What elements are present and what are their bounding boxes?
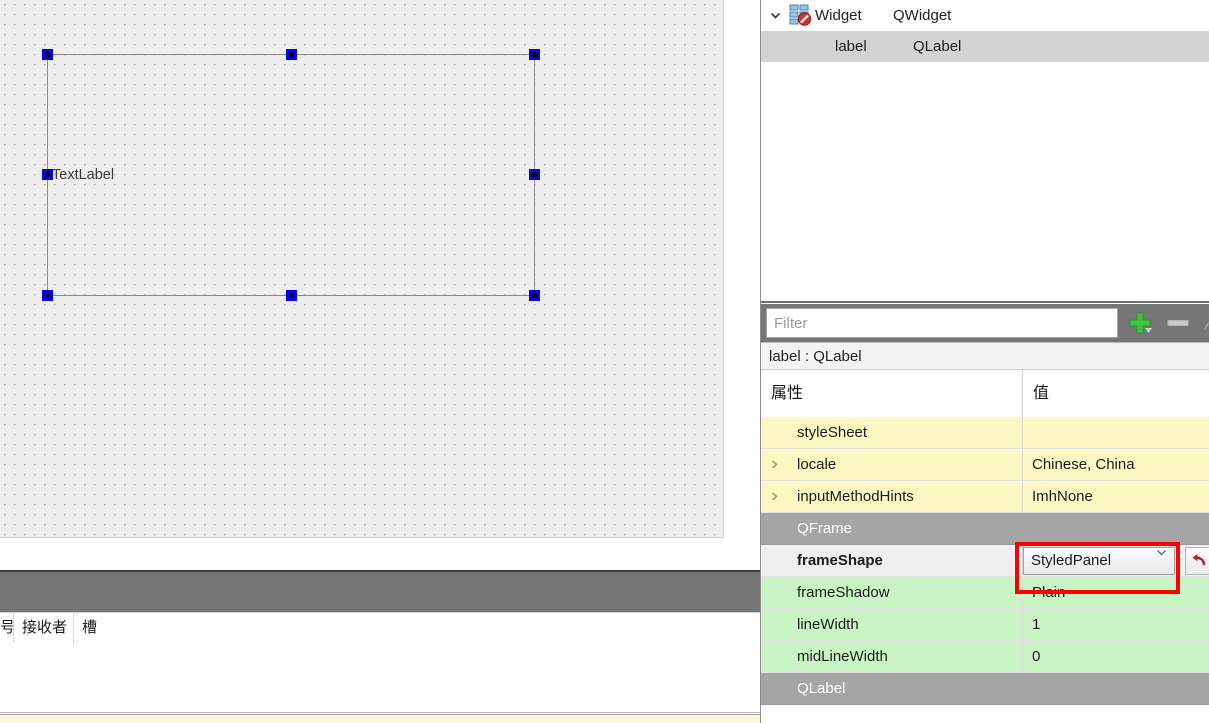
property-group-value-QFrame [1023, 513, 1209, 544]
property-row-frameShadow[interactable]: frameShadow Plain [761, 577, 1209, 609]
chevron-down-icon[interactable] [761, 0, 789, 31]
resize-handle-bottom-center[interactable] [286, 290, 297, 301]
resize-handle-bottom-left[interactable] [42, 290, 53, 301]
property-name-locale: locale [787, 449, 1023, 480]
tree-item-class-widget: QWidget [893, 7, 952, 24]
property-filter-bar [761, 304, 1209, 342]
signal-table-header: 号 接收者 槽 [0, 613, 760, 644]
widget-disabled-icon [789, 4, 815, 28]
configure-properties-icon[interactable] [1197, 308, 1209, 338]
property-name-frameShadow: frameShadow [787, 577, 1023, 608]
signal-column-slot[interactable]: 槽 [74, 613, 760, 643]
property-group-QLabel: QLabel [761, 673, 1209, 705]
reset-property-button[interactable] [1185, 547, 1209, 575]
tree-row-label[interactable]: label QLabel [761, 31, 1209, 62]
property-column-name[interactable]: 属性 [761, 370, 1023, 417]
chevron-right-icon[interactable] [761, 449, 787, 480]
property-row-lineWidth[interactable]: lineWidth 1 [761, 609, 1209, 641]
property-value-inputMethodHints[interactable]: ImhNone [1023, 481, 1209, 512]
resize-handle-middle-right[interactable] [529, 169, 540, 180]
design-canvas-grid[interactable]: TextLabel [0, 0, 724, 538]
tree-item-name-label: label [835, 38, 867, 55]
frameShape-combobox-value: StyledPanel [1031, 552, 1112, 569]
chevron-right-icon[interactable] [761, 481, 787, 512]
signal-column-sender[interactable]: 号 [0, 613, 14, 643]
selected-widget-outline[interactable] [47, 54, 535, 296]
property-group-value-QLabel [1023, 673, 1209, 704]
selected-object-label: label : QLabel [761, 342, 1209, 370]
group-spacer [761, 513, 787, 544]
group-spacer [761, 673, 787, 704]
app-window: TextLabel 号 接收者 槽 Widget QWidget label Q… [0, 0, 1209, 723]
property-column-value[interactable]: 值 [1023, 370, 1209, 417]
property-group-QFrame: QFrame [761, 513, 1209, 545]
property-value-midLineWidth[interactable]: 0 [1023, 641, 1209, 672]
resize-handle-bottom-right[interactable] [529, 290, 540, 301]
property-value-locale[interactable]: Chinese, China [1023, 449, 1209, 480]
property-name-lineWidth: lineWidth [787, 609, 1023, 640]
resize-handle-top-left[interactable] [42, 49, 53, 60]
tree-item-class-label: QLabel [913, 38, 962, 55]
resize-handle-top-right[interactable] [529, 49, 540, 60]
property-row-locale[interactable]: locale Chinese, China [761, 449, 1209, 481]
frameShape-combobox[interactable]: StyledPanel [1023, 547, 1175, 575]
property-row-inputMethodHints[interactable]: inputMethodHints ImhNone [761, 481, 1209, 513]
object-inspector-tree[interactable]: Widget QWidget label QLabel [761, 0, 1209, 303]
property-value-lineWidth[interactable]: 1 [1023, 609, 1209, 640]
property-name-inputMethodHints: inputMethodHints [787, 481, 1023, 512]
signal-editor-toolbar[interactable] [0, 572, 760, 613]
remove-property-icon[interactable] [1161, 308, 1195, 338]
property-group-name-QLabel: QLabel [797, 680, 846, 697]
expand-spacer [761, 577, 787, 608]
property-row-frameShape[interactable]: frameShape StyledPanel [761, 545, 1209, 577]
property-row-styleSheet[interactable]: styleSheet [761, 417, 1209, 449]
chevron-down-icon[interactable] [1156, 548, 1167, 574]
expand-spacer [761, 417, 787, 448]
filter-input[interactable] [766, 308, 1118, 338]
expand-spacer [761, 545, 787, 576]
property-name-midLineWidth: midLineWidth [787, 641, 1023, 672]
signal-slot-editor: 号 接收者 槽 [0, 570, 760, 723]
expand-spacer [761, 641, 787, 672]
resize-handle-top-center[interactable] [286, 49, 297, 60]
property-name-frameShape: frameShape [787, 545, 1023, 576]
property-table-body[interactable]: styleSheet locale Chinese, China inputMe… [761, 417, 1209, 714]
property-value-frameShadow[interactable]: Plain [1023, 577, 1209, 608]
tree-item-name-widget: Widget [815, 7, 862, 24]
property-row-midLineWidth[interactable]: midLineWidth 0 [761, 641, 1209, 673]
property-name-styleSheet: styleSheet [787, 417, 1023, 448]
property-table-header: 属性 值 [761, 370, 1209, 418]
right-dock-pane: Widget QWidget label QLabel Filter label… [760, 0, 1209, 723]
signal-table-body[interactable] [0, 643, 760, 681]
add-property-icon[interactable] [1123, 308, 1157, 338]
resize-handle-middle-left[interactable] [42, 169, 53, 180]
widget-text-label[interactable]: TextLabel [52, 166, 114, 184]
tree-row-widget[interactable]: Widget QWidget [761, 0, 1209, 31]
form-designer-area[interactable]: TextLabel [0, 0, 760, 570]
signal-column-receiver[interactable]: 接收者 [14, 613, 74, 643]
property-value-styleSheet[interactable] [1023, 417, 1209, 448]
property-group-name-QFrame: QFrame [797, 520, 853, 537]
expand-spacer [761, 609, 787, 640]
